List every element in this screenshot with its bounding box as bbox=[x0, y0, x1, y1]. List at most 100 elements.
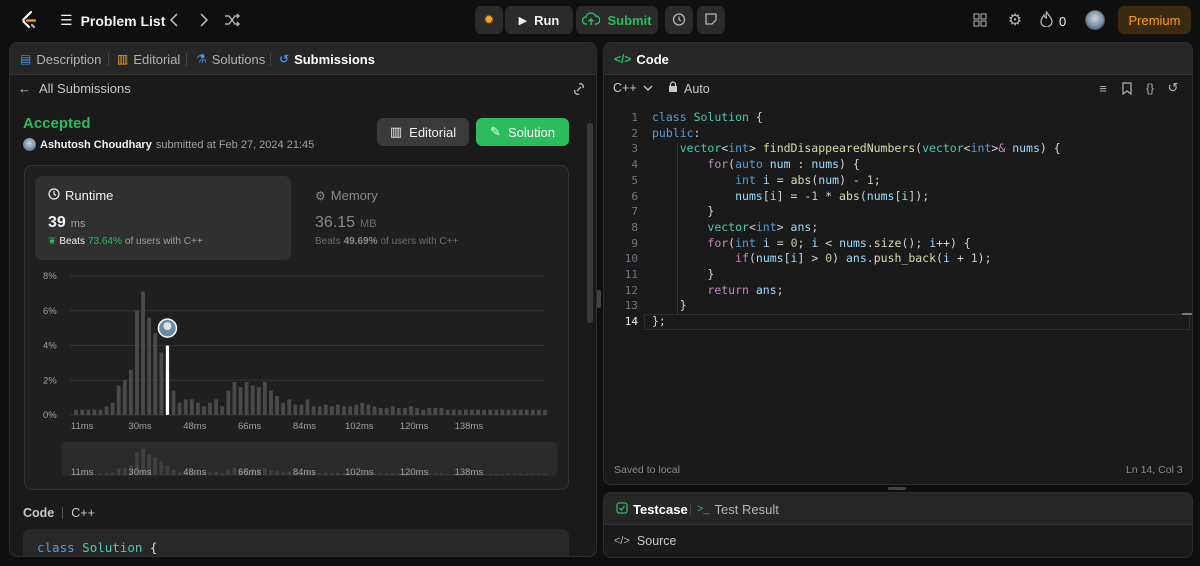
overview-bar bbox=[269, 469, 273, 475]
solution-button[interactable]: ✎ Solution bbox=[476, 118, 569, 146]
histogram-bar bbox=[470, 409, 474, 415]
saved-status: Saved to local bbox=[614, 464, 680, 476]
editor-header: </> Code bbox=[604, 43, 1192, 75]
overview-bar bbox=[214, 471, 219, 475]
tab-test-result[interactable]: >_ Test Result bbox=[697, 493, 779, 525]
alarm-button[interactable] bbox=[665, 6, 693, 34]
histogram-bar bbox=[262, 381, 267, 415]
tab-testcase[interactable]: Testcase bbox=[616, 493, 688, 525]
shuffle-icon[interactable] bbox=[222, 10, 242, 30]
note-button[interactable] bbox=[697, 6, 725, 34]
histogram-bar bbox=[378, 408, 383, 415]
debug-button[interactable]: ✹ bbox=[475, 6, 503, 34]
horizontal-resize-handle[interactable] bbox=[888, 487, 906, 490]
overview-bar bbox=[262, 467, 267, 475]
x-tick-label: 48ms bbox=[183, 421, 206, 432]
tab-editorial[interactable]: ▥ Editorial bbox=[117, 43, 180, 75]
premium-label: Premium bbox=[1128, 12, 1181, 28]
overview-bar bbox=[494, 473, 499, 475]
resize-handle[interactable] bbox=[597, 290, 601, 308]
histogram-bar bbox=[390, 406, 395, 415]
logo-icon[interactable] bbox=[18, 9, 40, 31]
avatar bbox=[23, 138, 36, 151]
source-toggle[interactable]: </> Source bbox=[614, 534, 677, 548]
tab-solutions[interactable]: ⚗ Solutions bbox=[196, 43, 265, 75]
histogram-bar bbox=[122, 380, 127, 415]
editor-minimap-marker bbox=[1182, 313, 1192, 315]
submitted-code-box[interactable]: class Solution { bbox=[23, 529, 569, 556]
line-number: 2 bbox=[631, 126, 638, 140]
all-submissions-link[interactable]: ← All Submissions bbox=[18, 81, 131, 96]
streak-count: 0 bbox=[1059, 14, 1067, 29]
histogram-bar bbox=[433, 408, 438, 415]
overview-bar bbox=[171, 469, 176, 475]
tab-code[interactable]: </> Code bbox=[614, 43, 669, 75]
cursor-position: Ln 14, Col 3 bbox=[1126, 464, 1183, 476]
histogram-bar bbox=[238, 387, 243, 415]
format-icon[interactable]: ≡ bbox=[1094, 79, 1112, 97]
auto-mode-toggle[interactable]: Auto bbox=[668, 81, 710, 96]
overview-bar bbox=[336, 472, 340, 475]
streak-counter[interactable]: 0 bbox=[1040, 10, 1067, 32]
line-number: 14 bbox=[624, 315, 638, 329]
histogram-bar bbox=[86, 409, 91, 415]
overview-bar bbox=[390, 473, 395, 475]
grid-icon[interactable] bbox=[970, 10, 990, 30]
debug-icon: ✹ bbox=[483, 12, 495, 27]
memory-unit: MB bbox=[360, 218, 377, 230]
histogram-bar bbox=[506, 409, 511, 415]
tab-submissions-label: Submissions bbox=[294, 51, 375, 67]
memory-value-row: 36.15 MB bbox=[315, 214, 377, 232]
line-numbers: 1 2 3 4 5 6 7 8 9 10 11 12 13 14 bbox=[610, 110, 638, 330]
y-tick-label: 6% bbox=[43, 306, 57, 317]
editorial-button[interactable]: ▥ Editorial bbox=[377, 118, 469, 146]
runtime-value: 39 bbox=[48, 214, 66, 231]
tab-description[interactable]: ▤ Description bbox=[20, 43, 101, 75]
braces-icon[interactable]: {} bbox=[1141, 79, 1159, 97]
reset-icon[interactable]: ↺ bbox=[1164, 79, 1182, 97]
histogram-bar bbox=[220, 406, 225, 415]
tab-description-label: Description bbox=[36, 51, 102, 67]
scrollbar[interactable] bbox=[587, 123, 593, 323]
runtime-card[interactable]: Runtime 39 ms ❦ Beats 73.64% of users wi… bbox=[35, 176, 291, 260]
chevron-right-icon[interactable] bbox=[194, 10, 214, 30]
tab-divider bbox=[186, 53, 187, 66]
histogram-bar bbox=[317, 406, 322, 415]
overview-tick-label: 30ms bbox=[128, 467, 151, 478]
run-button[interactable]: ▶ Run bbox=[505, 6, 573, 34]
problem-list-link[interactable]: ☰ Problem List bbox=[60, 12, 165, 29]
overview-bar bbox=[98, 473, 103, 475]
overview-bar bbox=[116, 468, 121, 475]
y-tick-label: 2% bbox=[43, 375, 57, 386]
memory-card[interactable]: ⚙ Memory 36.15 MB Beats 49.69% of users … bbox=[303, 176, 553, 260]
gear-icon[interactable]: ⚙ bbox=[1005, 10, 1025, 30]
auto-mode-label: Auto bbox=[684, 81, 710, 96]
histogram-bar bbox=[147, 317, 152, 415]
tab-submissions[interactable]: ↺ Submissions bbox=[279, 43, 375, 75]
link-icon[interactable] bbox=[570, 80, 588, 98]
chevron-left-icon[interactable] bbox=[164, 10, 184, 30]
premium-button[interactable]: Premium bbox=[1118, 6, 1191, 34]
submitted-code-preview: class Solution { bbox=[37, 540, 158, 555]
histogram-bar bbox=[421, 409, 426, 415]
avatar[interactable] bbox=[1085, 10, 1105, 30]
runtime-title-row: Runtime bbox=[48, 188, 113, 203]
overview-tick-label: 120ms bbox=[400, 467, 429, 478]
runtime-overview-scroller[interactable]: 11ms 30ms 48ms 66ms 84ms 102ms 120ms 138ms bbox=[61, 442, 557, 480]
language-select[interactable]: C++ bbox=[613, 81, 653, 95]
alarm-icon bbox=[672, 12, 686, 29]
code-editor[interactable]: class Solution { public: vector<int> fin… bbox=[652, 110, 1061, 330]
histogram-bar bbox=[372, 406, 377, 415]
bookmark-icon[interactable] bbox=[1118, 79, 1136, 97]
author-name[interactable]: Ashutosh Choudhary bbox=[40, 139, 152, 151]
problem-list-label: Problem List bbox=[80, 12, 166, 29]
memory-beats-pct: 49.69% bbox=[343, 236, 378, 247]
y-tick-label: 0% bbox=[43, 410, 57, 421]
code-header: Code C++ bbox=[23, 506, 95, 520]
runtime-histogram[interactable]: 8% 6% 4% 2% 0% 11ms 30ms 48ms 66ms 84ms 102ms 120ms… bbox=[25, 266, 570, 436]
submit-button[interactable]: Submit bbox=[576, 6, 658, 34]
histogram-bar bbox=[177, 402, 182, 415]
memory-title: Memory bbox=[330, 188, 378, 203]
histogram-bar bbox=[543, 409, 547, 415]
overview-tick-label: 48ms bbox=[183, 467, 206, 478]
